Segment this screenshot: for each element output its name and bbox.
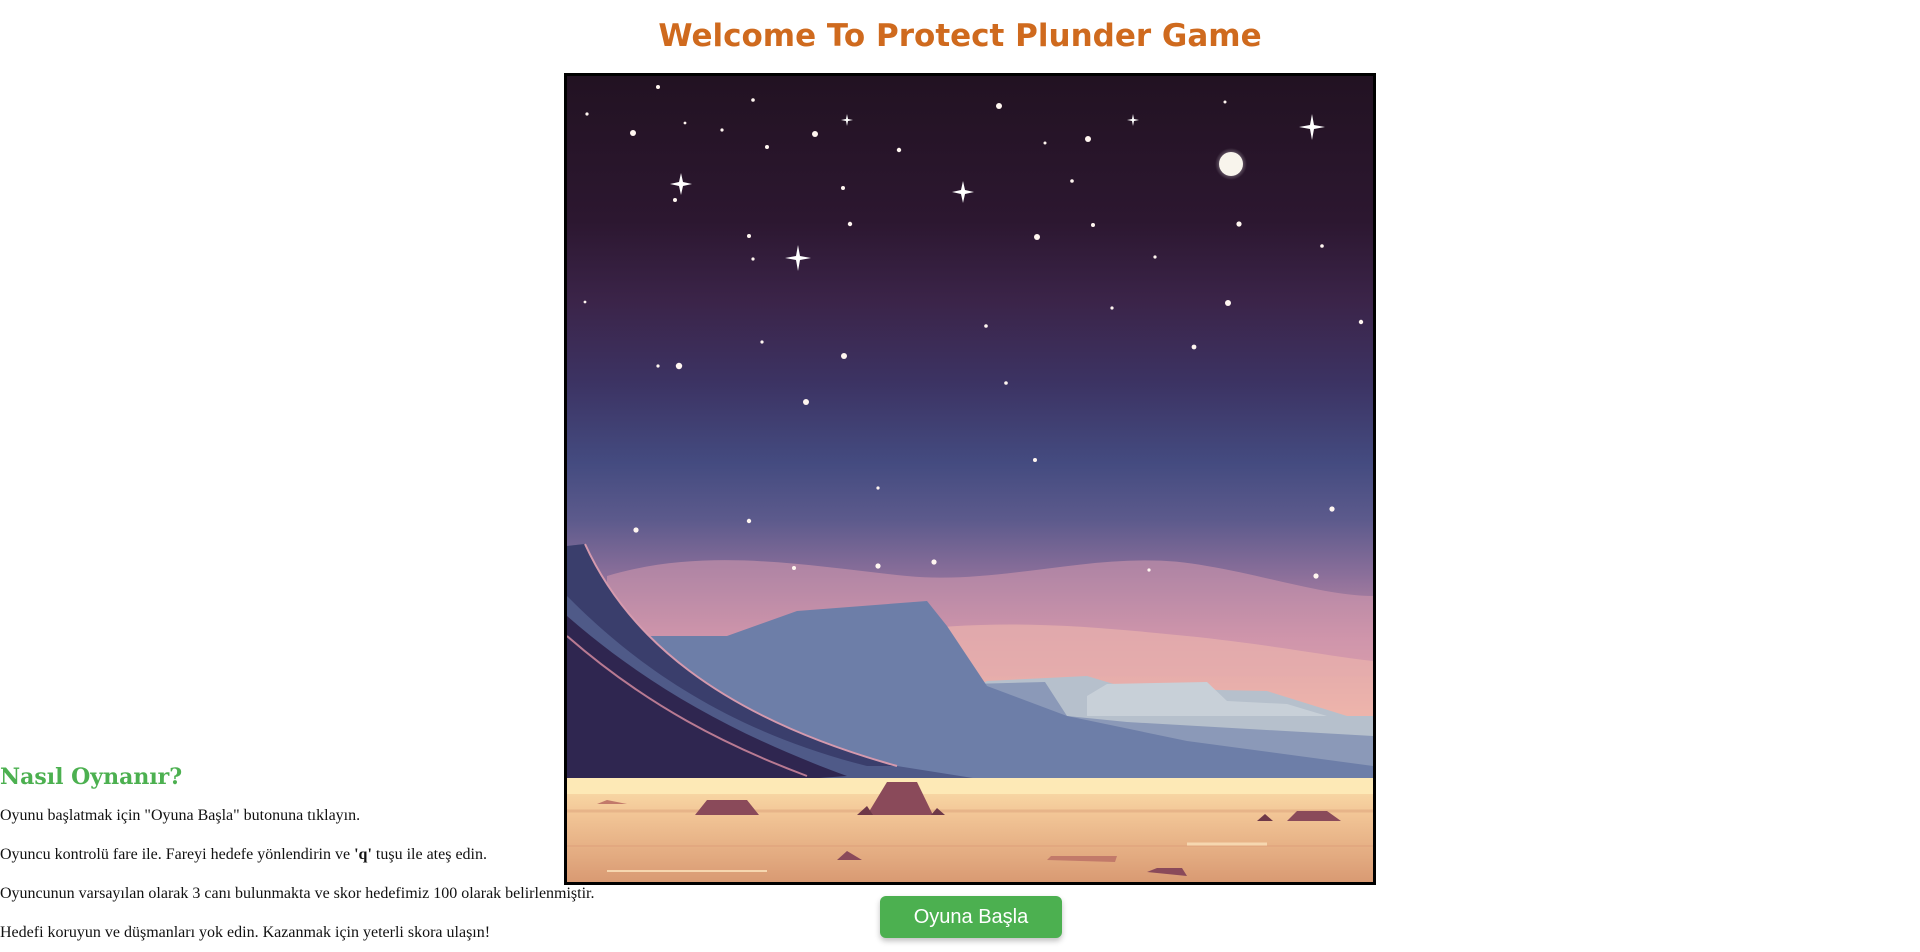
instruction-start: Oyunu başlatmak için "Oyuna Başla" buton…	[0, 807, 361, 824]
page-title: Welcome To Protect Plunder Game	[658, 18, 1262, 54]
instruction-goal: Hedefi koruyun ve düşmanları yok edin. K…	[0, 924, 491, 941]
instruction-lives-score: Oyuncunun varsayılan olarak 3 canı bulun…	[0, 885, 595, 902]
game-background-scene	[567, 76, 1373, 882]
instruction-controls-text-end: tuşu ile ateş edin.	[371, 846, 487, 863]
instruction-controls: Oyuncu kontrolü fare ile. Fareyi hedefe …	[0, 845, 560, 865]
fire-key-label: 'q'	[354, 846, 372, 863]
how-to-play-section: Nasıl Oynanır? Oyunu başlatmak için "Oyu…	[0, 764, 595, 943]
game-canvas[interactable]	[564, 73, 1376, 885]
how-to-play-heading: Nasıl Oynanır?	[0, 764, 183, 790]
instruction-controls-text: Oyuncu kontrolü fare ile. Fareyi hedefe …	[0, 846, 355, 863]
start-game-button[interactable]: Oyuna Başla	[880, 896, 1062, 938]
